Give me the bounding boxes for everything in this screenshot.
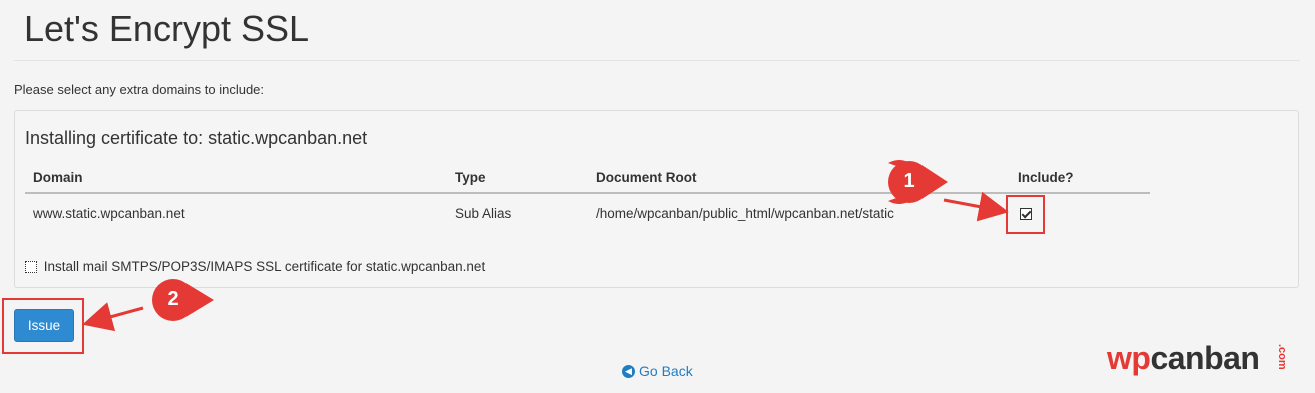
table-header-row: Domain Type Document Root Include? — [25, 163, 1150, 194]
logo-com: .com — [1276, 344, 1288, 370]
badge-1-number: 1 — [903, 170, 915, 192]
include-checkbox-highlight — [1006, 195, 1045, 234]
badge-2-number: 2 — [167, 288, 179, 310]
type-cell: Sub Alias — [455, 206, 512, 221]
mail-ssl-checkbox[interactable] — [25, 261, 37, 274]
certificate-panel: Installing certificate to: static.wpcanb… — [14, 110, 1299, 288]
panel-heading: Installing certificate to: static.wpcanb… — [25, 128, 368, 148]
mail-ssl-label: Install mail SMTPS/POP3S/IMAPS SSL certi… — [43, 259, 486, 274]
intro-text: Please select any extra domains to inclu… — [14, 82, 265, 97]
column-header-document-root: Document Root — [588, 163, 1010, 194]
arrow-left-circle-icon: ◀ — [622, 364, 635, 378]
arrow-to-issue — [82, 302, 144, 332]
page-title: Let's Encrypt SSL — [24, 8, 310, 49]
document-root-cell: /home/wpcanban/public_html/wpcanban.net/… — [596, 206, 894, 221]
go-back-label: Go Back — [639, 363, 693, 379]
logo-wp: wp — [1107, 340, 1151, 376]
column-header-type: Type — [447, 163, 588, 194]
mail-ssl-option[interactable]: Install mail SMTPS/POP3S/IMAPS SSL certi… — [25, 259, 485, 274]
go-back-link[interactable]: ◀ Go Back — [622, 363, 693, 379]
column-header-domain: Domain — [25, 163, 447, 194]
domain-table: Domain Type Document Root Include? www.s… — [25, 163, 1150, 233]
title-divider — [14, 60, 1300, 61]
domain-cell: www.static.wpcanban.net — [33, 206, 185, 221]
issue-button-highlight — [2, 298, 84, 354]
column-header-include: Include? — [1010, 163, 1150, 194]
wpcanban-logo: wpcanban — [1107, 340, 1260, 377]
logo-canban: canban — [1150, 340, 1260, 376]
table-row: www.static.wpcanban.net Sub Alias /home/… — [25, 193, 1150, 233]
